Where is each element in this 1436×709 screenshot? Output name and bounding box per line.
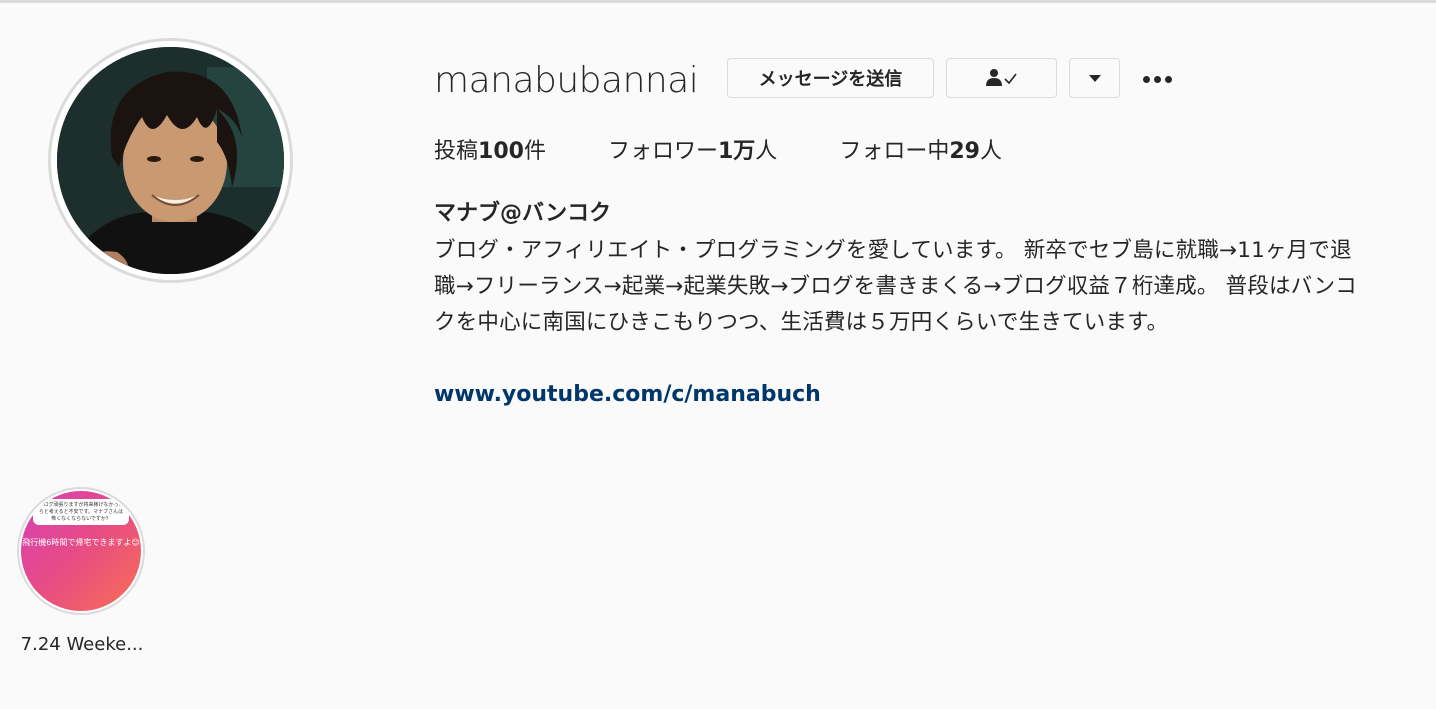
person-check-icon (985, 69, 1017, 86)
suggested-dropdown-button[interactable] (1069, 58, 1120, 98)
profile-bio: ブログ・アフィリエイト・プログラミングを愛しています。 新卒でセブ島に就職→11… (434, 238, 1357, 335)
following-button[interactable] (946, 58, 1057, 98)
highlight-question-card: ブログ頑張りますが将来稼げなかったらと考えると不安です。マナブさんは怖くなくなら… (33, 499, 129, 525)
profile-website-link[interactable]: www.youtube.com/c/manabuch (434, 380, 821, 410)
following-link[interactable]: フォロー中29人 (839, 137, 1002, 167)
profile-username: manabubannai (434, 60, 699, 101)
story-highlight-cover[interactable]: ブログ頑張りますが将来稼げなかったらと考えると不安です。マナブさんは怖くなくなら… (21, 491, 141, 611)
highlight-overlay-text: 飛行機6時間で帰宅できますよ😊 (22, 538, 140, 547)
avatar-photo (57, 47, 284, 274)
send-message-button[interactable]: メッセージを送信 (727, 58, 934, 98)
followers-link[interactable]: フォロワー1万人 (608, 137, 777, 167)
more-options-button[interactable] (1137, 62, 1177, 96)
profile-avatar[interactable] (57, 47, 284, 274)
story-highlight-label[interactable]: 7.24 Weeke... (14, 632, 150, 658)
ellipsis-icon (1142, 75, 1150, 83)
posts-count: 投稿100件 (434, 139, 546, 164)
triangle-down-icon (1088, 75, 1101, 82)
top-divider (0, 0, 1436, 3)
profile-stats: 投稿100件 フォロワー1万人 フォロー中29人 (434, 137, 1064, 167)
profile-full-name: マナブ@バンコク (434, 201, 612, 226)
